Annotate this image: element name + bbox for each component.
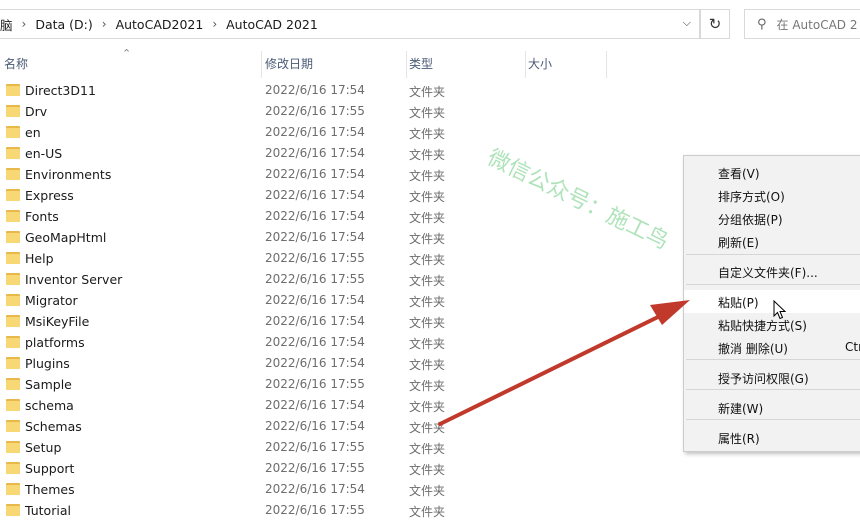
red-arrow-annotation — [438, 300, 690, 426]
mouse-pointer-icon — [773, 300, 787, 320]
